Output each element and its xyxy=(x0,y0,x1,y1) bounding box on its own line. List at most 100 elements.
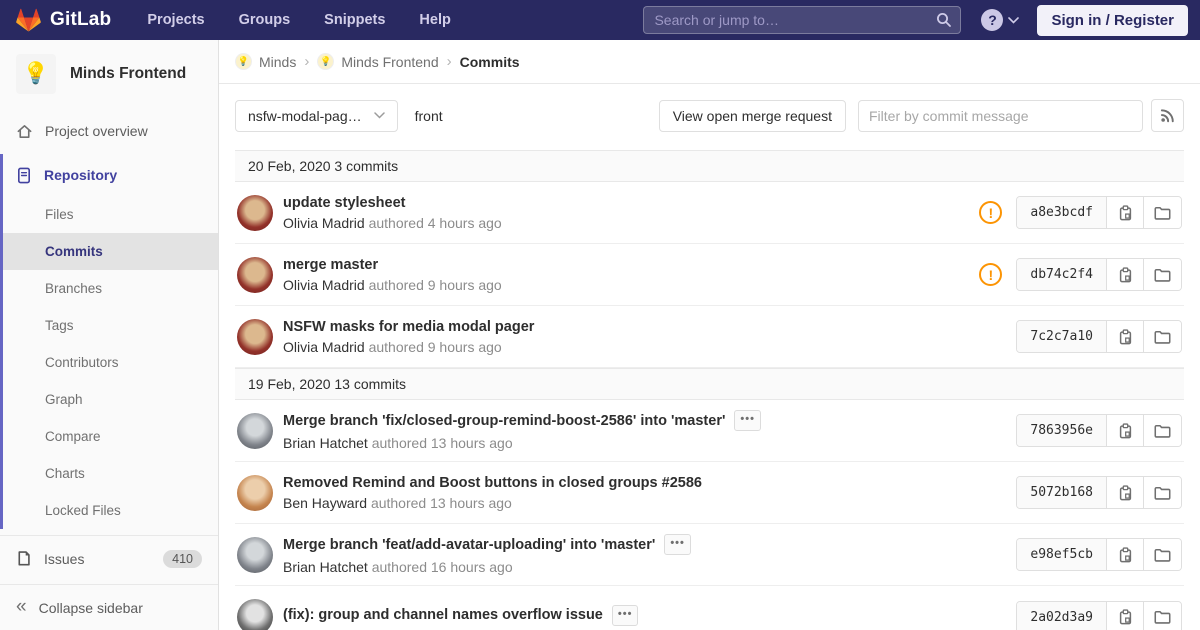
pipeline-warning-icon[interactable]: ! xyxy=(979,263,1003,286)
copy-sha-button[interactable] xyxy=(1107,259,1144,290)
commit-sha-group: 7c2c7a10 xyxy=(1016,320,1182,353)
commit-title-link[interactable]: NSFW masks for media modal pager xyxy=(283,319,534,335)
browse-files-button[interactable] xyxy=(1144,259,1181,290)
author-avatar[interactable] xyxy=(237,194,273,231)
browse-files-button[interactable] xyxy=(1144,321,1181,352)
browse-files-button[interactable] xyxy=(1144,197,1181,228)
commits-toolbar: nsfw-modal-pag… front View open merge re… xyxy=(235,99,1184,132)
toggle-commit-description-button[interactable]: ••• xyxy=(664,534,691,555)
help-icon: ? xyxy=(981,9,1004,31)
commit-title-link[interactable]: Removed Remind and Boost buttons in clos… xyxy=(283,475,702,491)
browse-files-button[interactable] xyxy=(1144,477,1181,508)
sidebar-item-repository[interactable]: Repository xyxy=(3,154,218,196)
toggle-commit-description-button[interactable]: ••• xyxy=(734,410,761,431)
author-avatar[interactable] xyxy=(237,412,273,449)
sidebar-item-contributors[interactable]: Contributors xyxy=(3,344,218,381)
sidebar-item-project-overview[interactable]: Project overview xyxy=(0,110,218,152)
project-name: Minds Frontend xyxy=(70,65,187,82)
branch-selector-dropdown[interactable]: nsfw-modal-pag… xyxy=(235,99,398,132)
sidebar-item-compare[interactable]: Compare xyxy=(3,418,218,455)
author-avatar[interactable] xyxy=(237,474,273,511)
double-chevron-left-icon: « xyxy=(16,595,27,617)
sidebar-item-commits[interactable]: Commits xyxy=(3,233,218,270)
commit-sha-group: 2a02d3a9 xyxy=(1016,600,1182,630)
commit-sha-group: 5072b168 xyxy=(1016,476,1182,509)
collapse-sidebar-button[interactable]: « Collapse sidebar xyxy=(0,584,218,630)
commit-sha-link[interactable]: a8e3bcdf xyxy=(1017,197,1107,228)
view-open-merge-request-button[interactable]: View open merge request xyxy=(658,99,846,132)
main-content: 💡 Minds › 💡 Minds Frontend › Commits nsfw-moda… xyxy=(219,40,1200,630)
sign-in-register-button[interactable]: Sign in / Register xyxy=(1037,4,1188,36)
gitlab-logo[interactable]: GitLab xyxy=(16,8,111,32)
commit-sha-link[interactable]: db74c2f4 xyxy=(1017,259,1107,290)
copy-sha-button[interactable] xyxy=(1107,197,1144,228)
commit-title-link[interactable]: Merge branch 'fix/closed-group-remind-bo… xyxy=(283,413,725,429)
commit-filter-input[interactable] xyxy=(858,99,1143,132)
browse-files-button[interactable] xyxy=(1144,539,1181,570)
commit-sha-link[interactable]: 7863956e xyxy=(1017,415,1107,446)
search-icon[interactable] xyxy=(936,12,952,28)
commit-sha-link[interactable]: 7c2c7a10 xyxy=(1017,321,1107,352)
author-avatar[interactable] xyxy=(237,599,273,630)
chevron-down-icon xyxy=(373,112,385,119)
commit-row: (fix): group and channel names overflow … xyxy=(235,586,1184,630)
sidebar-item-charts[interactable]: Charts xyxy=(3,455,218,492)
sidebar-item-branches[interactable]: Branches xyxy=(3,270,218,307)
navbar-item-help[interactable]: Help xyxy=(419,12,450,28)
commit-meta: Olivia Madrid authored 9 hours ago xyxy=(283,339,1016,355)
breadcrumb-link[interactable]: 💡 Minds Frontend xyxy=(317,53,439,70)
commit-author-link[interactable]: Brian Hatchet xyxy=(283,559,368,575)
commit-author-link[interactable]: Brian Hatchet xyxy=(283,435,368,451)
breadcrumb-current: Commits xyxy=(459,53,520,70)
search-input[interactable] xyxy=(643,6,962,34)
commit-author-link[interactable]: Ben Hayward xyxy=(283,495,367,511)
commit-date-header: 20 Feb, 2020 3 commits xyxy=(235,150,1184,182)
author-avatar[interactable] xyxy=(237,536,273,573)
repo-path-label: front xyxy=(414,107,443,124)
top-navbar: GitLab Projects Groups Snippets Help ? Sign… xyxy=(0,0,1200,40)
navbar-item-snippets[interactable]: Snippets xyxy=(324,12,385,28)
help-menu[interactable]: ? xyxy=(981,9,1020,31)
project-context-header[interactable]: 💡 Minds Frontend xyxy=(0,40,218,110)
sidebar-item-graph[interactable]: Graph xyxy=(3,381,218,418)
navbar-item-projects[interactable]: Projects xyxy=(147,12,204,28)
browse-files-button[interactable] xyxy=(1144,415,1181,446)
collapse-sidebar-label: Collapse sidebar xyxy=(38,599,143,616)
author-avatar[interactable] xyxy=(237,318,273,355)
sidebar-item-tags[interactable]: Tags xyxy=(3,307,218,344)
commit-author-link[interactable]: Olivia Madrid xyxy=(283,339,365,355)
pipeline-warning-icon[interactable]: ! xyxy=(979,201,1003,224)
rss-feed-button[interactable] xyxy=(1151,99,1184,132)
commit-title-link[interactable]: (fix): group and channel names overflow … xyxy=(283,607,603,623)
commit-title-link[interactable]: update stylesheet xyxy=(283,195,406,211)
commit-author-link[interactable]: Olivia Madrid xyxy=(283,277,365,293)
copy-sha-button[interactable] xyxy=(1107,477,1144,508)
copy-sha-button[interactable] xyxy=(1107,321,1144,352)
browse-files-button[interactable] xyxy=(1144,601,1181,630)
author-avatar[interactable] xyxy=(237,256,273,293)
navbar-item-groups[interactable]: Groups xyxy=(239,12,291,28)
commit-sha-link[interactable]: 5072b168 xyxy=(1017,477,1107,508)
clipboard-icon xyxy=(1119,204,1131,220)
commit-sha-link[interactable]: e98ef5cb xyxy=(1017,539,1107,570)
sidebar-item-issues[interactable]: Issues 410 xyxy=(0,535,218,581)
commit-sha-link[interactable]: 2a02d3a9 xyxy=(1017,601,1107,630)
sidebar-item-locked-files[interactable]: Locked Files xyxy=(3,492,218,529)
tanuki-icon xyxy=(16,8,41,32)
folder-icon xyxy=(1154,486,1171,500)
project-avatar: 💡 xyxy=(16,54,56,94)
breadcrumb-link[interactable]: 💡 Minds xyxy=(235,53,296,70)
toggle-commit-description-button[interactable]: ••• xyxy=(611,604,639,626)
copy-sha-button[interactable] xyxy=(1107,539,1144,570)
copy-sha-button[interactable] xyxy=(1107,601,1144,630)
breadcrumb-separator: › xyxy=(304,53,310,70)
commit-title-link[interactable]: merge master xyxy=(283,257,378,273)
commit-row: Merge branch 'feat/add-avatar-uploading'… xyxy=(235,524,1184,586)
sidebar-item-files[interactable]: Files xyxy=(3,196,218,233)
commit-title-link[interactable]: Merge branch 'feat/add-avatar-uploading'… xyxy=(283,537,655,553)
home-icon xyxy=(16,123,33,140)
commit-author-link[interactable]: Olivia Madrid xyxy=(283,215,365,231)
folder-icon xyxy=(1154,548,1171,562)
copy-sha-button[interactable] xyxy=(1107,415,1144,446)
commit-meta: Brian Hatchet authored 16 hours ago xyxy=(283,559,1016,575)
